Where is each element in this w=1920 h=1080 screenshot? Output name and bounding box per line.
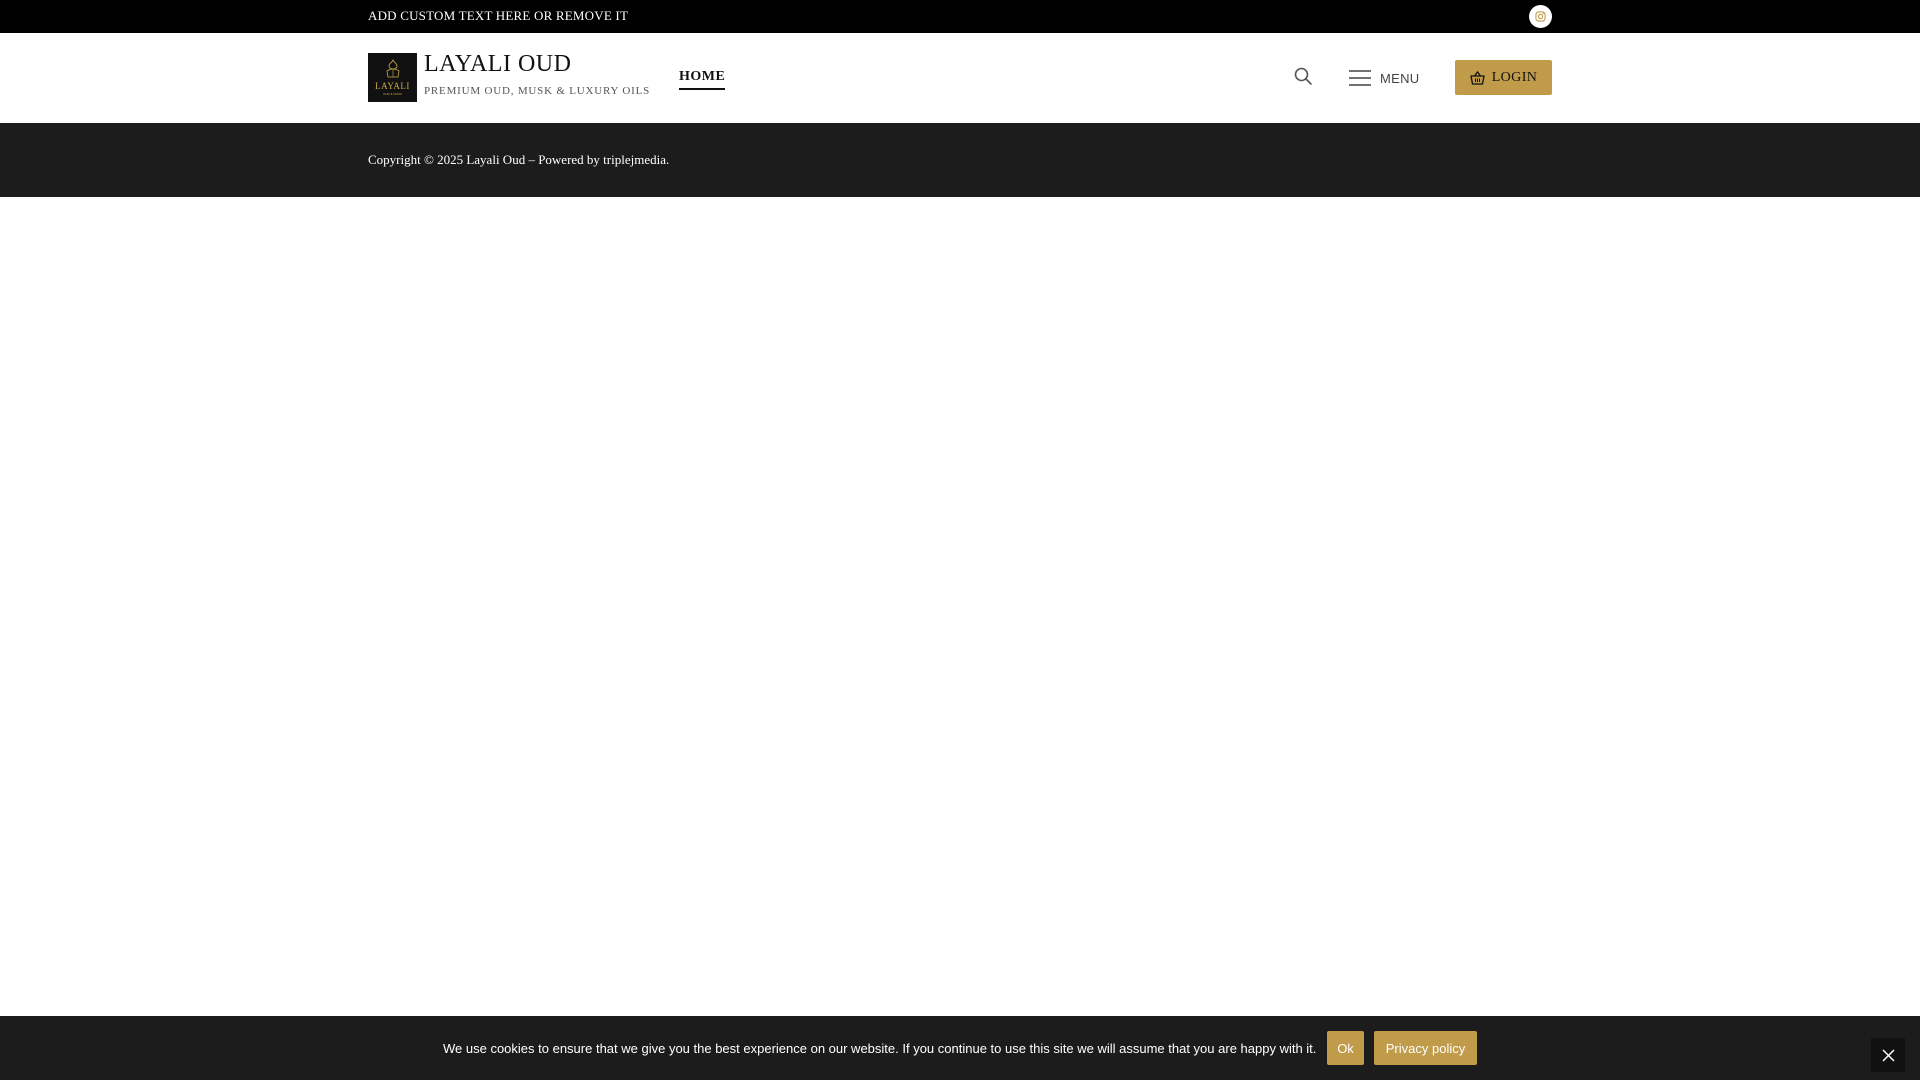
nav-item-home[interactable]: HOME xyxy=(679,69,726,90)
copyright-text: Copyright © 2025 Layali Oud – Powered by… xyxy=(368,152,670,167)
instagram-link[interactable] xyxy=(1529,5,1552,28)
site-title[interactable]: LAYALI OUD xyxy=(424,51,571,78)
logo-wordmark: LAYALI xyxy=(375,81,410,91)
search-icon xyxy=(1294,67,1312,85)
hamburger-icon xyxy=(1349,70,1371,86)
site-header: LAYALI OUD & MUSK LAYALI OUD PREMIUM OUD… xyxy=(0,33,1920,123)
cookie-ok-button[interactable]: Ok xyxy=(1327,1031,1364,1065)
login-button[interactable]: LOGIN xyxy=(1455,60,1552,95)
cookie-close-button[interactable] xyxy=(1871,1038,1905,1072)
top-bar-text: ADD CUSTOM TEXT HERE OR REMOVE IT xyxy=(368,8,629,23)
basket-icon xyxy=(1470,70,1485,85)
instagram-icon xyxy=(1535,11,1546,22)
menu-label: MENU xyxy=(1380,70,1420,86)
logo-emblem-icon xyxy=(386,59,399,78)
cookie-message: We use cookies to ensure that we give yo… xyxy=(443,1041,1317,1056)
menu-button[interactable]: MENU xyxy=(1349,69,1419,87)
site-tagline: PREMIUM OUD, MUSK & LUXURY OILS xyxy=(424,85,651,97)
top-bar: ADD CUSTOM TEXT HERE OR REMOVE IT xyxy=(0,0,1920,33)
privacy-policy-button[interactable]: Privacy policy xyxy=(1374,1031,1477,1065)
logo-subtext: OUD & MUSK xyxy=(382,92,402,96)
search-button[interactable] xyxy=(1292,66,1314,88)
site-footer: Copyright © 2025 Layali Oud – Powered by… xyxy=(0,123,1920,197)
close-icon xyxy=(1881,1048,1895,1062)
site-logo[interactable]: LAYALI OUD & MUSK xyxy=(368,53,417,102)
login-label: LOGIN xyxy=(1491,69,1538,85)
cookie-notice: We use cookies to ensure that we give yo… xyxy=(0,1016,1920,1080)
